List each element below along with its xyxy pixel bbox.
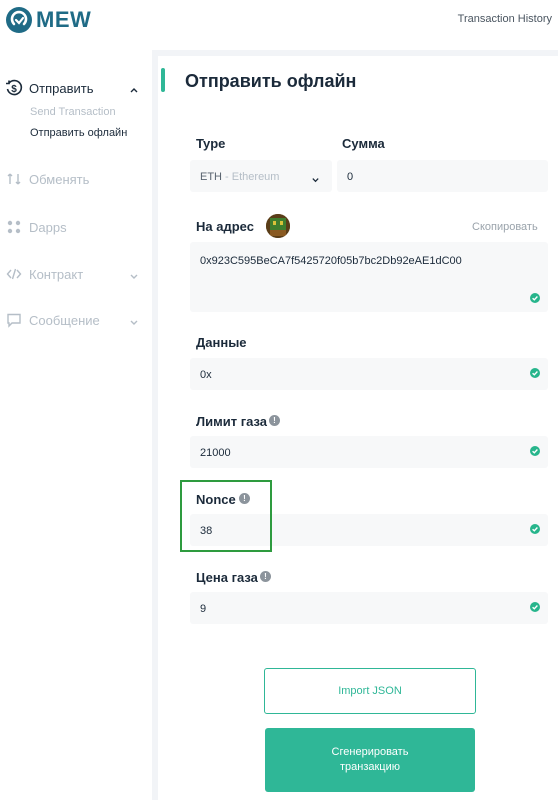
message-icon bbox=[3, 309, 25, 331]
gas-price-input[interactable]: 9 bbox=[190, 592, 548, 624]
valid-check-icon bbox=[530, 446, 540, 456]
mew-logo-icon bbox=[6, 7, 32, 33]
data-label: Данные bbox=[196, 335, 247, 350]
generate-button-line2: транзакцию bbox=[339, 761, 400, 773]
valid-check-icon bbox=[530, 602, 540, 612]
copy-address-button[interactable]: Скопировать bbox=[472, 221, 538, 233]
amount-value: 0 bbox=[347, 171, 354, 183]
sidebar-item-label: Dapps bbox=[29, 219, 67, 235]
amount-label: Сумма bbox=[342, 136, 385, 151]
amount-input[interactable]: 0 bbox=[337, 160, 548, 192]
type-value-sub: - Ethereum bbox=[222, 171, 280, 183]
to-address-label: На адрес bbox=[196, 219, 254, 234]
data-value: 0x bbox=[200, 369, 212, 381]
valid-check-icon bbox=[530, 293, 540, 303]
type-label: Type bbox=[196, 136, 226, 151]
generate-transaction-button[interactable]: Сгенерировать транзакцию bbox=[265, 728, 475, 792]
import-json-label: Import JSON bbox=[338, 685, 402, 697]
valid-check-icon bbox=[530, 368, 540, 378]
sidebar-item-message[interactable]: Сообщение bbox=[0, 308, 152, 332]
network-type-select[interactable]: ETH - Ethereum bbox=[190, 160, 332, 192]
sidebar-item-swap[interactable]: Обменять bbox=[0, 167, 152, 191]
gas-limit-input[interactable]: 21000 bbox=[190, 436, 548, 468]
sidebar-item-label: Контракт bbox=[29, 266, 84, 282]
address-identicon bbox=[266, 214, 290, 238]
sidebar-item-dapps[interactable]: Dapps bbox=[0, 215, 152, 239]
sidebar-item-label: Отправить bbox=[29, 80, 94, 96]
top-header: MEW Transaction History bbox=[0, 0, 558, 50]
svg-text:$: $ bbox=[11, 84, 17, 95]
type-value-main: ETH bbox=[200, 171, 222, 183]
title-accent-bar bbox=[161, 68, 165, 92]
logo-text: MEW bbox=[36, 7, 92, 32]
gas-price-value: 9 bbox=[200, 603, 207, 615]
gas-price-label: Цена газа bbox=[196, 570, 258, 585]
import-json-button[interactable]: Import JSON bbox=[264, 668, 476, 714]
data-input[interactable]: 0x bbox=[190, 358, 548, 390]
code-icon bbox=[3, 263, 25, 285]
nonce-highlight-box bbox=[180, 480, 272, 552]
chevron-up-icon[interactable] bbox=[129, 82, 139, 100]
mew-logo[interactable]: MEW bbox=[6, 7, 91, 33]
info-icon[interactable]: ! bbox=[260, 571, 271, 582]
address-value: 0x923C595BeCA7f5425720f05b7bc2Db92eAE1dC… bbox=[200, 255, 462, 267]
chevron-down-icon bbox=[311, 171, 320, 189]
sidebar-item-send[interactable]: $ Отправить bbox=[0, 76, 152, 100]
chevron-down-icon[interactable] bbox=[129, 268, 139, 286]
to-address-input[interactable]: 0x923C595BeCA7f5425720f05b7bc2Db92eAE1dC… bbox=[190, 242, 548, 312]
sidebar-subitem-send-transaction[interactable]: Send Transaction bbox=[30, 106, 116, 118]
grid-dots-icon bbox=[3, 216, 25, 238]
swap-icon bbox=[3, 168, 25, 190]
sidebar-item-label: Сообщение bbox=[29, 312, 100, 328]
gas-limit-label: Лимит газа bbox=[196, 414, 268, 429]
dollar-circle-icon: $ bbox=[3, 77, 25, 99]
sidebar: $ Отправить Send Transaction Отправить о… bbox=[0, 50, 152, 800]
transaction-history-link[interactable]: Transaction History bbox=[458, 13, 552, 25]
gas-limit-value: 21000 bbox=[200, 447, 231, 459]
valid-check-icon bbox=[530, 524, 540, 534]
sidebar-subitem-send-offline[interactable]: Отправить офлайн bbox=[30, 127, 127, 139]
sidebar-item-label: Обменять bbox=[29, 171, 90, 187]
generate-button-line1: Сгенерировать bbox=[331, 746, 409, 758]
sidebar-item-contract[interactable]: Контракт bbox=[0, 262, 152, 286]
info-icon[interactable]: ! bbox=[269, 415, 280, 426]
page-title: Отправить офлайн bbox=[185, 71, 357, 91]
chevron-down-icon[interactable] bbox=[129, 314, 139, 332]
